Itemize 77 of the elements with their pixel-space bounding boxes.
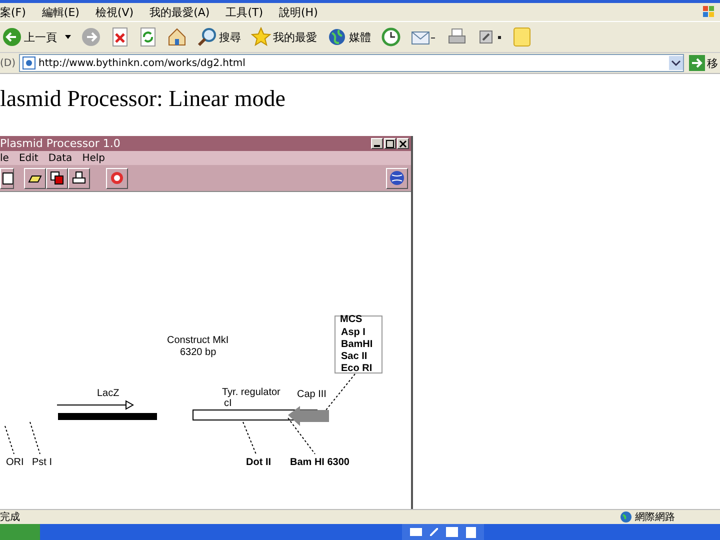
regulator-label: Tyr. regulator [222, 387, 280, 398]
menu-item[interactable]: 檢視(V) [95, 4, 134, 20]
dropdown-icon [669, 56, 683, 70]
mcs-box [334, 316, 382, 374]
globe-icon [388, 169, 406, 187]
menu-item[interactable]: Edit [18, 152, 38, 164]
leader-line [4, 426, 14, 454]
zone-text: 網際網路 [635, 511, 675, 524]
stop-sign-icon [110, 171, 124, 185]
note-icon [513, 27, 531, 47]
mcs-title: MCS [340, 314, 362, 325]
favorites-button[interactable]: 我的最愛 [249, 27, 319, 47]
go-button[interactable]: 移 [687, 55, 720, 71]
refresh-icon [139, 27, 157, 47]
menu-item[interactable]: 說明(H) [279, 4, 318, 20]
page-heading: lasmid Processor: Linear mode [0, 86, 287, 113]
back-button[interactable]: 上一頁 [0, 27, 73, 47]
media-button[interactable]: 媒體 [325, 27, 373, 47]
star-icon [251, 27, 271, 47]
close-icon [399, 140, 407, 148]
regulator-sublabel: cI [224, 398, 232, 409]
promoter-label: Cap III [297, 389, 326, 400]
window-title: Plasmid Processor 1.0 [0, 137, 120, 150]
history-button[interactable] [379, 27, 403, 47]
save-button[interactable] [46, 168, 68, 188]
site-label: Pst I [32, 457, 52, 468]
globe-icon [327, 27, 347, 47]
caret-icon [65, 35, 71, 39]
leader-line [288, 418, 316, 454]
site-label: ORI [6, 457, 24, 468]
printer-icon [72, 171, 86, 185]
construct-name: Construct MkI [167, 335, 229, 346]
site-label: Asp I [341, 327, 366, 338]
status-text: 完成 [0, 510, 20, 524]
menu-item[interactable]: le [0, 152, 9, 164]
site-label: Eco RI [341, 363, 372, 374]
maximize-button[interactable] [384, 138, 396, 149]
menu-item[interactable]: Help [82, 152, 106, 164]
pen-icon[interactable] [430, 528, 438, 536]
globe-icon [620, 511, 632, 523]
site-label: Sac II [341, 351, 368, 362]
search-icon [197, 27, 217, 47]
search-button[interactable]: 搜尋 [195, 27, 243, 47]
stop-button[interactable] [106, 168, 128, 188]
menu-item[interactable]: 案(F) [0, 4, 26, 20]
site-label: BamHI [341, 339, 373, 350]
menu-item[interactable]: 我的最愛(A) [150, 4, 210, 20]
save-icon [50, 171, 64, 185]
new-button[interactable] [0, 168, 14, 188]
leader-line [242, 422, 256, 454]
print-button[interactable] [68, 168, 90, 188]
stop-icon [111, 27, 129, 47]
open-button[interactable] [24, 168, 46, 188]
home-icon [167, 27, 187, 47]
help-button[interactable] [386, 168, 408, 188]
construct-length: 6320 bp [180, 347, 216, 358]
start-button[interactable] [0, 524, 40, 540]
site-label: Dot II [246, 457, 271, 468]
leader-line [30, 422, 40, 454]
menu-item[interactable]: 工具(T) [226, 4, 263, 20]
gene-label: LacZ [97, 388, 120, 399]
page-icon [22, 56, 36, 70]
clock-icon [381, 27, 401, 47]
windows-logo-icon [702, 5, 716, 19]
go-arrow-icon [689, 55, 705, 71]
minimize-button[interactable] [371, 138, 383, 149]
menu-item[interactable]: Data [48, 152, 72, 164]
new-file-icon [1, 171, 13, 185]
site-label: Bam HI 6300 [290, 457, 350, 468]
address-label: (D) [0, 58, 16, 68]
minimize-icon [374, 144, 380, 146]
close-button[interactable] [397, 138, 409, 149]
leader-line [326, 374, 356, 410]
menu-item[interactable]: 編輯(E) [42, 4, 80, 20]
maximize-icon [386, 140, 394, 148]
promoter-arrow [288, 406, 329, 426]
address-field[interactable]: http://www.bythinkn.com/works/dg2.html [18, 54, 684, 72]
